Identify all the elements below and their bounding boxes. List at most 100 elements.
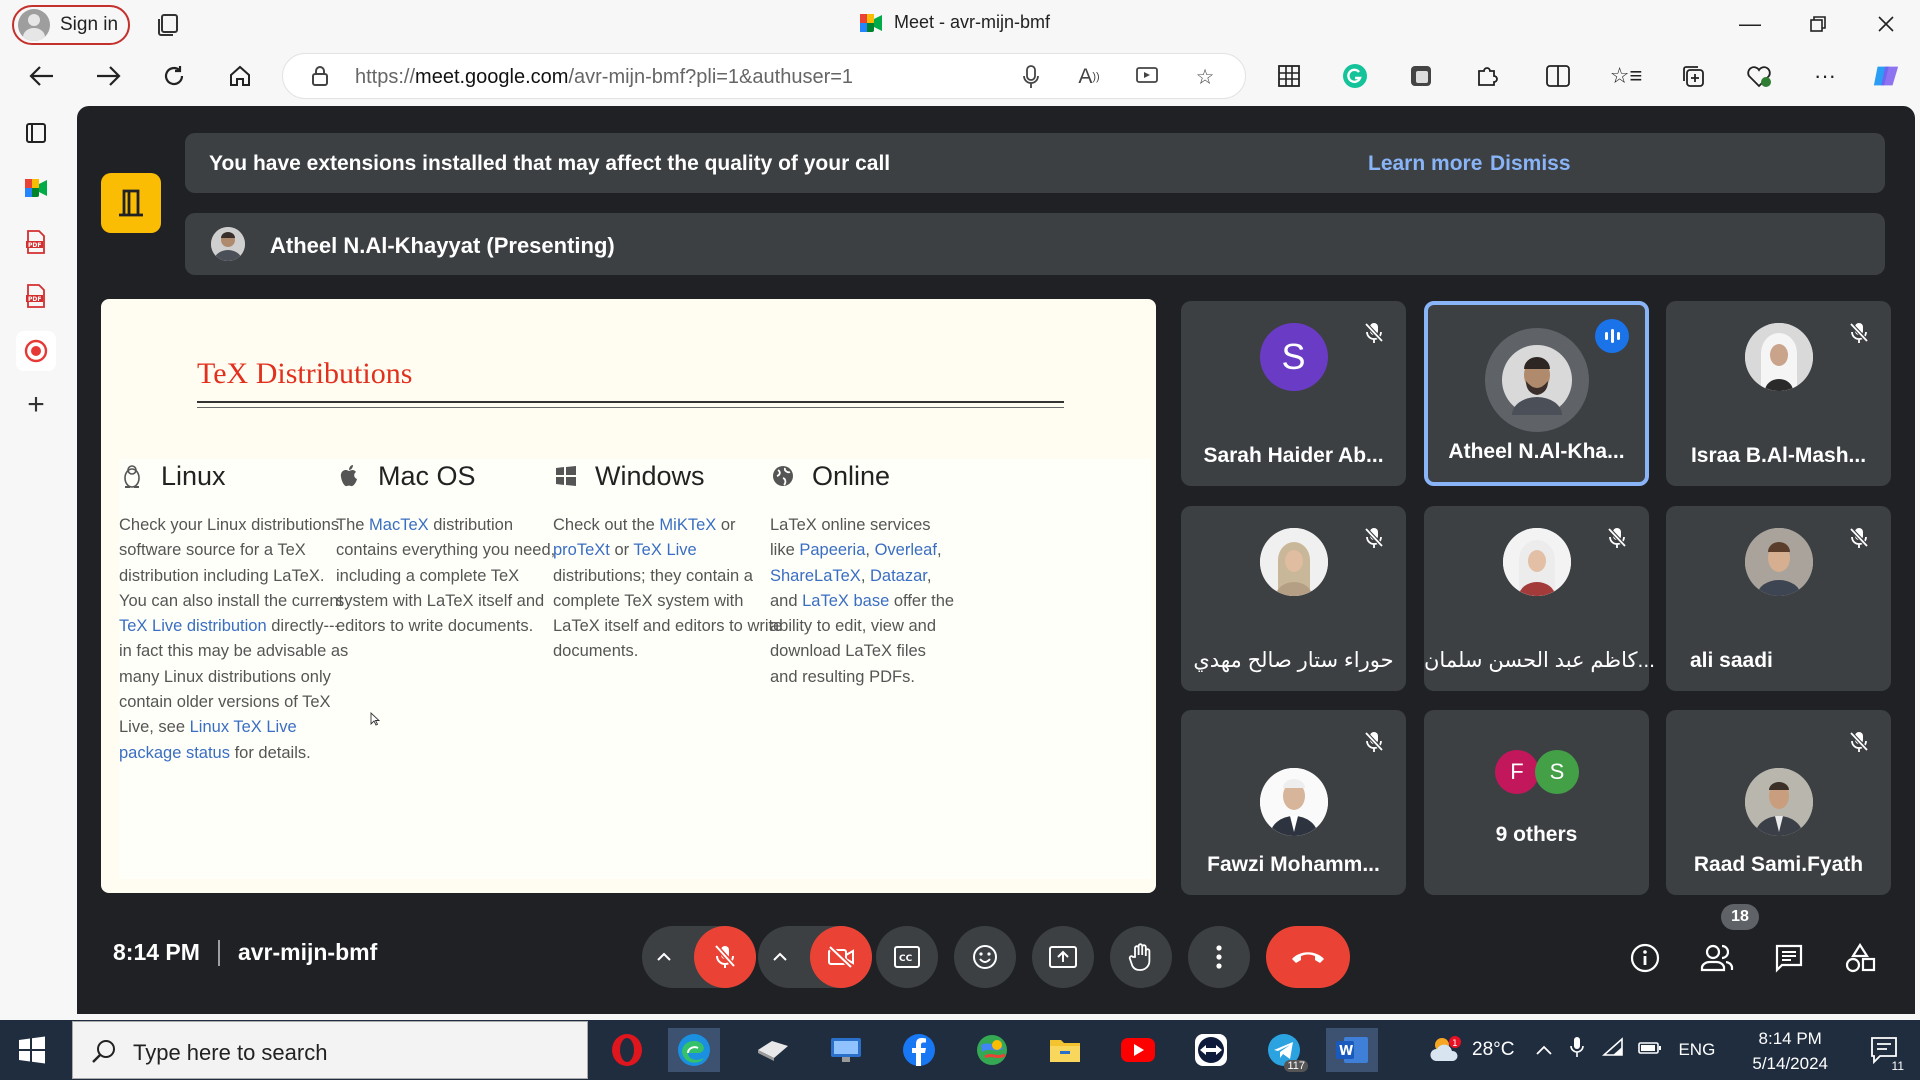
home-button[interactable] [224, 60, 256, 92]
copilot-icon[interactable] [1872, 62, 1900, 90]
restore-button[interactable] [1784, 0, 1852, 48]
maps-app-icon[interactable] [966, 1028, 1018, 1072]
pdf-document-icon-2[interactable]: PDF [22, 282, 50, 310]
slide-link[interactable]: MiKTeX [659, 516, 716, 534]
emoji-icon [973, 945, 997, 969]
activities-button[interactable] [1842, 940, 1878, 976]
participant-tile-active-speaker[interactable]: Atheel N.Al-Kha... [1424, 301, 1649, 486]
url-text[interactable]: https://meet.google.com/avr-mijn-bmf?pli… [355, 66, 853, 89]
leave-call-button[interactable] [1266, 926, 1350, 988]
teamviewer-app-icon[interactable] [1185, 1028, 1237, 1072]
address-bar[interactable]: https://meet.google.com/avr-mijn-bmf?pli… [282, 53, 1246, 99]
tab-actions-icon[interactable] [22, 119, 50, 147]
telegram-app-icon[interactable]: 117 [1258, 1028, 1310, 1072]
pdf-document-icon[interactable]: PDF [22, 228, 50, 256]
youtube-app-icon[interactable] [1112, 1028, 1164, 1072]
sign-in-button[interactable]: Sign in [12, 5, 130, 45]
extension-shield-icon[interactable] [1407, 62, 1435, 90]
notification-count: 11 [1889, 1059, 1906, 1073]
back-button[interactable] [26, 60, 58, 92]
meeting-code: avr-mijn-bmf [237, 939, 378, 965]
lock-icon[interactable] [311, 65, 329, 87]
slide-link[interactable]: LaTeX base [802, 592, 889, 610]
grammarly-extension-icon[interactable] [1341, 62, 1369, 90]
reactions-button[interactable] [954, 926, 1016, 988]
input-language[interactable]: ENG [1678, 1040, 1715, 1060]
facebook-app-icon[interactable] [893, 1028, 945, 1072]
opera-app-icon[interactable] [601, 1028, 653, 1072]
taskbar-clock[interactable]: 8:14 PM 5/14/2024 [1752, 1026, 1828, 1076]
meeting-details-button[interactable] [1627, 940, 1663, 976]
slide-link[interactable]: MacTeX [369, 516, 429, 534]
taskbar-search-box[interactable]: Type here to search [72, 1021, 588, 1079]
favorites-icon[interactable]: ☆≡ [1610, 62, 1643, 90]
record-icon[interactable] [16, 331, 56, 371]
clock-time: 8:14 PM [1758, 1029, 1822, 1048]
participant-tile[interactable]: حوراء ستار صالح مهدي [1181, 506, 1406, 691]
windows-start-icon[interactable] [18, 1036, 46, 1064]
microphone-toggle-button[interactable] [694, 926, 756, 988]
app-available-icon[interactable] [1134, 64, 1160, 90]
others-tile[interactable]: F S 9 others [1424, 710, 1649, 895]
slide-link[interactable]: Datazar [870, 567, 927, 585]
add-sidebar-app-icon[interactable]: + [22, 388, 50, 421]
minimize-button[interactable]: — [1716, 0, 1784, 48]
more-menu-icon[interactable]: ··· [1811, 62, 1839, 90]
reload-button[interactable] [158, 60, 190, 92]
slide-link[interactable]: proTeXt [553, 541, 610, 559]
slide-link[interactable]: Overleaf [875, 541, 937, 559]
word-app-icon[interactable]: W [1326, 1028, 1378, 1072]
google-meet-sidebar-icon[interactable] [22, 174, 50, 202]
slide-link[interactable]: TeX Live distribution [119, 617, 267, 635]
slide-link[interactable]: TeX Live [633, 541, 696, 559]
close-window-button[interactable] [1852, 0, 1920, 48]
participant-tile[interactable]: Fawzi Mohamm... [1181, 710, 1406, 895]
slide-text: Check your Linux distributions software … [119, 516, 344, 610]
participant-tile[interactable]: Israa B.Al-Mash... [1666, 301, 1891, 486]
participant-name: Israa B.Al-Mash... [1690, 444, 1867, 467]
extensions-puzzle-icon[interactable] [1473, 62, 1501, 90]
weather-cloud-sun-icon[interactable]: 1 [1428, 1035, 1464, 1065]
slide-link[interactable]: Papeeria [799, 541, 865, 559]
dismiss-button[interactable]: Dismiss [1490, 152, 1571, 176]
participant-tile[interactable]: Raad Sami.Fyath [1666, 710, 1891, 895]
collections-icon[interactable] [1679, 62, 1707, 90]
leave-presentation-button[interactable] [101, 173, 161, 233]
edge-app-icon[interactable] [668, 1028, 720, 1072]
learn-more-link[interactable]: Learn more [1368, 152, 1482, 176]
present-screen-button[interactable] [1032, 926, 1094, 988]
slide-link[interactable]: ShareLaTeX [770, 567, 861, 585]
weather-temperature[interactable]: 28°C [1472, 1039, 1514, 1061]
apps-grid-icon[interactable] [1275, 62, 1303, 90]
chat-button[interactable] [1771, 940, 1807, 976]
raise-hand-button[interactable] [1110, 926, 1172, 988]
svg-text:PDF: PDF [28, 242, 41, 249]
people-button[interactable] [1699, 940, 1735, 976]
hang-up-icon [1292, 952, 1324, 963]
microphone-tray-icon[interactable] [1570, 1036, 1585, 1064]
remote-desktop-app-icon[interactable] [820, 1028, 872, 1072]
battery-icon[interactable] [1638, 1039, 1662, 1061]
video-settings-chevron-icon[interactable] [770, 947, 790, 967]
mic-off-icon [1603, 524, 1631, 552]
split-screen-icon[interactable] [1544, 62, 1572, 90]
forward-button[interactable] [92, 60, 124, 92]
participant-tile[interactable]: S Sarah Haider Ab... [1181, 301, 1406, 486]
audio-settings-chevron-icon[interactable] [654, 947, 674, 967]
workspaces-icon[interactable] [155, 12, 181, 38]
show-hidden-icons-chevron-icon[interactable] [1536, 1039, 1553, 1061]
wifi-icon[interactable] [1602, 1037, 1624, 1063]
participant-tile[interactable]: ali saadi [1666, 506, 1891, 691]
more-options-button[interactable] [1188, 926, 1250, 988]
captions-button[interactable]: CC [876, 926, 938, 988]
column-title: Linux [161, 460, 226, 491]
paper-app-icon[interactable] [747, 1028, 799, 1072]
read-aloud-icon[interactable]: A)) [1076, 64, 1102, 90]
notifications-button[interactable]: 11 [1870, 1036, 1906, 1073]
camera-toggle-button[interactable] [810, 926, 872, 988]
favorite-star-icon[interactable]: ☆ [1192, 64, 1218, 90]
file-explorer-app-icon[interactable] [1039, 1028, 1091, 1072]
browser-essentials-icon[interactable] [1745, 62, 1773, 90]
participant-tile[interactable]: كاظم عبد الحسن سلمان... [1424, 506, 1655, 691]
microphone-icon[interactable] [1018, 64, 1044, 90]
